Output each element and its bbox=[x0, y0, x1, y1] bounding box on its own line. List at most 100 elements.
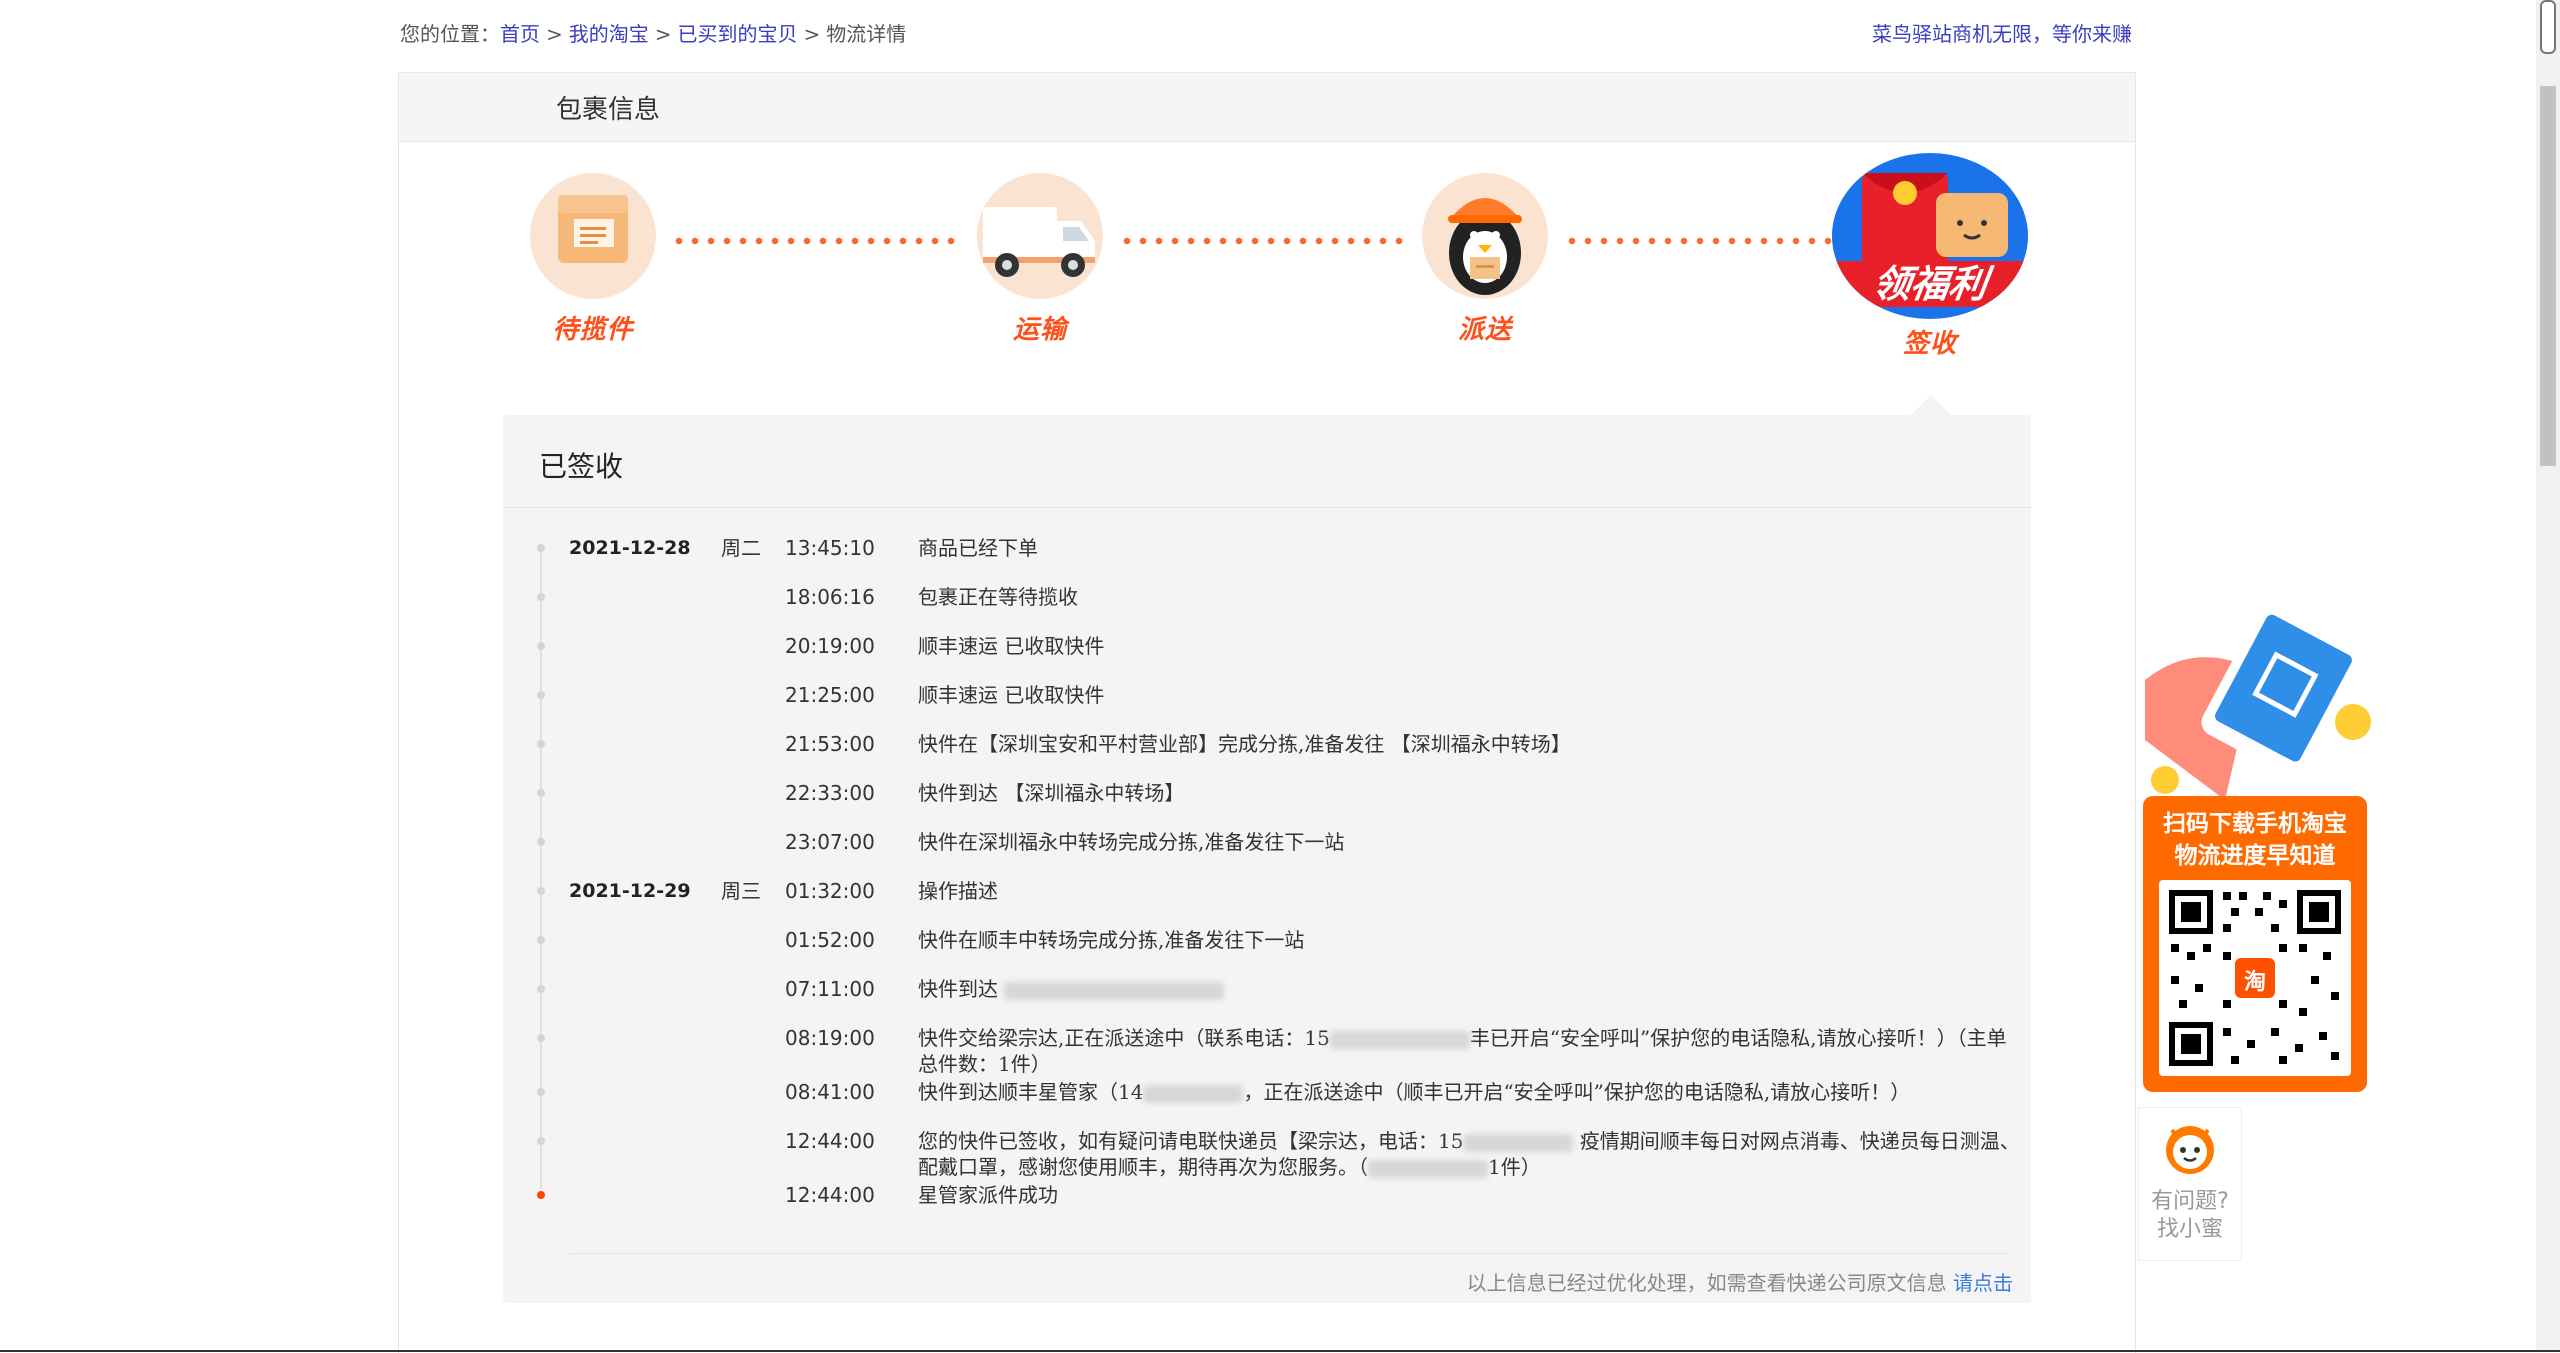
timeline-dot bbox=[537, 593, 545, 601]
event-desc: 商品已经下单 bbox=[918, 536, 1038, 560]
event-desc-text: ，正在派送途中（顺丰已开启“安全呼叫”保护您的电话隐私,请放心接听！） bbox=[1243, 1080, 1911, 1104]
timeline-dot bbox=[537, 1034, 545, 1042]
event-desc: 操作描述 bbox=[918, 879, 998, 903]
scroll-top-indicator[interactable] bbox=[2540, 0, 2556, 54]
event-time: 23:07:00 bbox=[785, 830, 875, 854]
qr-code[interactable]: 淘 bbox=[2159, 880, 2351, 1076]
timeline-dot bbox=[537, 838, 545, 846]
assistant-line2: 找小蜜 bbox=[2156, 1217, 2223, 1242]
event-desc: 快件交给梁宗达,正在派送途中（联系电话：15 丰已开启“安全呼叫”保护您的电话隐私… bbox=[918, 1025, 2023, 1077]
step-label: 签收 bbox=[1902, 329, 1957, 359]
timeline-dot bbox=[537, 740, 545, 748]
step-signed: 领福利 签收 bbox=[1820, 153, 2040, 360]
step-connector bbox=[1564, 237, 1854, 245]
timeline-dot bbox=[537, 1137, 545, 1145]
event-desc-text: 快件到达顺丰星管家（14 bbox=[918, 1080, 1144, 1104]
phone-hand-icon bbox=[2145, 600, 2371, 800]
event-desc: 快件到达 【深圳福永中转场】 bbox=[918, 781, 1185, 805]
event-weekday: 周三 bbox=[721, 879, 761, 903]
step-pending-pickup: 待揽件 bbox=[483, 173, 703, 346]
step-label: 运输 bbox=[1012, 315, 1067, 345]
event-desc: 快件到达 bbox=[918, 976, 2023, 1002]
step-connector bbox=[671, 237, 961, 245]
cainiao-promo-link[interactable]: 菜鸟驿站商机无限，等你来赚 bbox=[1872, 18, 2132, 47]
breadcrumb-separator: > bbox=[803, 22, 821, 46]
assistant-mascot-icon bbox=[2166, 1126, 2214, 1174]
event-desc-text: 您的快件已签收，如有疑问请电联快递员【梁宗达，电话：15 bbox=[918, 1129, 1464, 1153]
qr-center-logo: 淘 bbox=[2243, 970, 2266, 995]
assistant-text: 有问题? 找小蜜 bbox=[2139, 1188, 2241, 1244]
event-desc-text: 快件交给梁宗达,正在派送途中（联系电话：15 bbox=[918, 1026, 1330, 1050]
timeline-dot bbox=[537, 789, 545, 797]
event-desc-text: 快件到达 bbox=[918, 977, 998, 1001]
breadcrumb-purchased-link[interactable]: 已买到的宝贝 bbox=[678, 22, 798, 46]
footer-divider bbox=[569, 1253, 2009, 1254]
view-original-link[interactable]: 请点击 bbox=[1953, 1271, 2013, 1295]
footer-text: 以上信息已经过优化处理，如需查看快递公司原文信息 bbox=[1466, 1271, 1947, 1295]
event-desc: 顺丰速运 已收取快件 bbox=[918, 634, 1105, 658]
promo-banner[interactable]: 领福利 bbox=[1832, 261, 2028, 307]
redacted-text bbox=[1143, 1084, 1244, 1103]
step-connector bbox=[1119, 237, 1409, 245]
event-time: 20:19:00 bbox=[785, 634, 875, 658]
event-desc: 快件在【深圳宝安和平村营业部】完成分拣,准备发往 【深圳福永中转场】 bbox=[918, 732, 1571, 756]
breadcrumb-prefix: 您的位置： bbox=[400, 22, 500, 46]
courier-icon bbox=[1422, 173, 1548, 299]
breadcrumb: 您的位置：首页 > 我的淘宝 > 已买到的宝贝 > 物流详情 bbox=[400, 18, 906, 47]
event-time: 22:33:00 bbox=[785, 781, 875, 805]
event-desc: 快件在深圳福永中转场完成分拣,准备发往下一站 bbox=[918, 830, 1345, 854]
event-desc: 快件到达顺丰星管家（14 ，正在派送途中（顺丰已开启“安全呼叫”保护您的电话隐私,… bbox=[918, 1079, 2023, 1105]
timeline-dot bbox=[537, 691, 545, 699]
timeline-dot bbox=[537, 544, 545, 552]
timeline-dot bbox=[537, 985, 545, 993]
breadcrumb-current: 物流详情 bbox=[826, 22, 907, 46]
red-envelope-icon[interactable]: 领福利 bbox=[1832, 153, 2028, 319]
event-desc: 顺丰速运 已收取快件 bbox=[918, 683, 1105, 707]
breadcrumb-my-taobao-link[interactable]: 我的淘宝 bbox=[569, 22, 649, 46]
download-app-ad[interactable]: 扫码下载手机淘宝 物流进度早知道 淘 bbox=[2135, 600, 2375, 1100]
scrollbar-thumb[interactable] bbox=[2540, 86, 2556, 466]
timeline-footer: 以上信息已经过优化处理，如需查看快递公司原文信息 请点击 bbox=[1467, 1267, 2013, 1296]
event-time: 13:45:10 bbox=[785, 536, 875, 560]
step-transport: 运输 bbox=[930, 173, 1150, 346]
timeline-dot bbox=[537, 936, 545, 944]
assistant-line1: 有问题? bbox=[2151, 1189, 2229, 1214]
redacted-text bbox=[1004, 981, 1225, 1000]
panel-title: 包裹信息 bbox=[556, 95, 661, 125]
timeline-dot bbox=[537, 1088, 545, 1096]
event-date: 2021-12-29 bbox=[569, 880, 691, 902]
event-time: 01:52:00 bbox=[785, 928, 875, 952]
qr-card[interactable]: 扫码下载手机淘宝 物流进度早知道 淘 bbox=[2143, 796, 2367, 1092]
event-time: 08:19:00 bbox=[785, 1026, 875, 1050]
event-weekday: 周二 bbox=[721, 536, 761, 560]
event-time: 08:41:00 bbox=[785, 1080, 875, 1104]
progress-steps: 待揽件 运输 派送 领福利 签收 bbox=[399, 153, 2135, 359]
status-header: 已签收 bbox=[503, 415, 2031, 508]
event-date: 2021-12-28 bbox=[569, 537, 691, 559]
step-delivery: 派送 bbox=[1375, 173, 1595, 346]
step-label: 派送 bbox=[1457, 315, 1512, 345]
event-time: 18:06:16 bbox=[785, 585, 875, 609]
event-desc: 星管家派件成功 bbox=[918, 1183, 1058, 1207]
step-label: 待揽件 bbox=[552, 315, 634, 345]
assistant-widget[interactable]: 有问题? 找小蜜 bbox=[2138, 1107, 2242, 1261]
timeline-dot-current bbox=[537, 1191, 545, 1199]
truck-icon bbox=[977, 173, 1103, 299]
event-desc-text: 1件） bbox=[1488, 1155, 1541, 1179]
timeline-dot bbox=[537, 642, 545, 650]
redacted-text bbox=[1329, 1030, 1470, 1049]
redacted-text bbox=[1368, 1159, 1488, 1178]
event-time: 21:53:00 bbox=[785, 732, 875, 756]
redacted-text bbox=[1463, 1133, 1574, 1152]
event-time: 21:25:00 bbox=[785, 683, 875, 707]
breadcrumb-home-link[interactable]: 首页 bbox=[500, 22, 540, 46]
breadcrumb-separator: > bbox=[654, 22, 672, 46]
timeline-dot bbox=[537, 887, 545, 895]
page-scrollbar[interactable] bbox=[2536, 0, 2560, 1352]
panel-header: 包裹信息 bbox=[399, 73, 2135, 142]
package-icon bbox=[530, 173, 656, 299]
ad-line1: 扫码下载手机淘宝 bbox=[2163, 811, 2347, 837]
breadcrumb-separator: > bbox=[546, 22, 563, 46]
event-desc: 包裹正在等待揽收 bbox=[918, 585, 1078, 609]
logistics-status-box: 已签收 2021-12-28 周二 13:45:10 商品已经下单 18:06:… bbox=[503, 395, 2031, 1303]
